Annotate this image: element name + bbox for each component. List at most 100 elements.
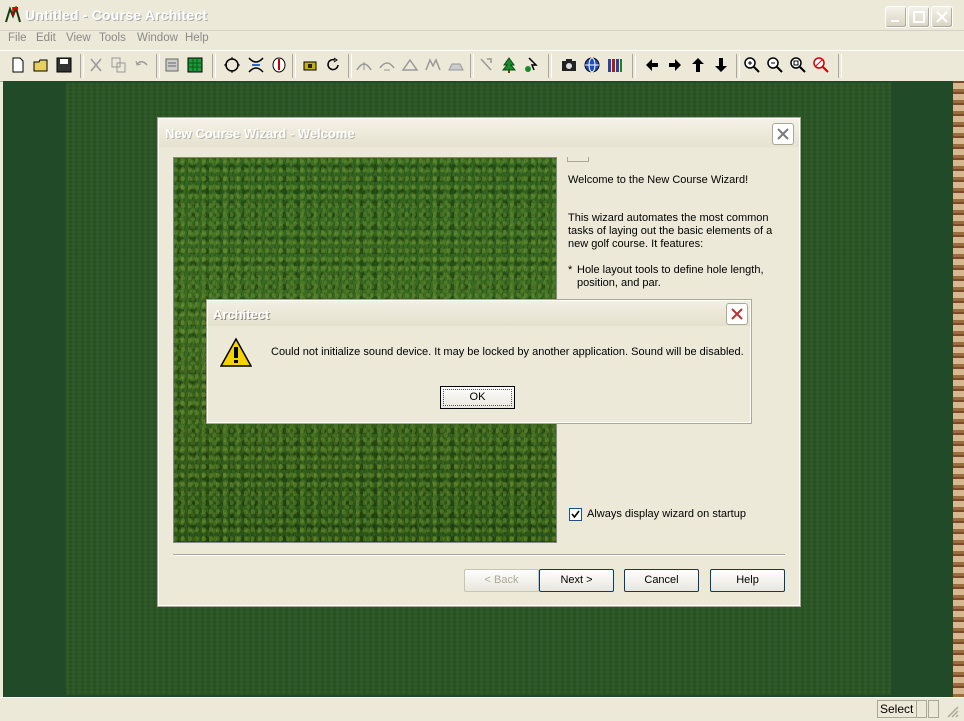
always-display-checkbox[interactable] bbox=[569, 508, 582, 521]
next-button[interactable]: Next > bbox=[539, 569, 614, 592]
alert-message: Could not initialize sound device. It ma… bbox=[271, 346, 744, 358]
warning-icon bbox=[219, 337, 253, 369]
wizard-intro-line-3: new golf course. It features: bbox=[568, 238, 704, 250]
maximize-button[interactable] bbox=[908, 6, 930, 28]
background-desktop-strip bbox=[953, 81, 964, 697]
wizard-scroll-marker bbox=[567, 157, 589, 162]
close-button[interactable] bbox=[931, 6, 953, 28]
menu-edit[interactable]: Edit bbox=[36, 32, 56, 44]
wizard-close-button[interactable] bbox=[772, 123, 794, 145]
save-button[interactable] bbox=[53, 54, 75, 76]
menu-window[interactable]: Window bbox=[137, 32, 178, 44]
minimize-button[interactable] bbox=[885, 6, 907, 28]
new-button[interactable] bbox=[7, 54, 29, 76]
alert-title-bar: Architect bbox=[208, 301, 750, 326]
wizard-heading: Welcome to the New Course Wizard! bbox=[568, 174, 749, 186]
terrain-smooth-icon bbox=[401, 58, 419, 71]
library-button[interactable] bbox=[604, 54, 626, 76]
arrow-down-icon bbox=[715, 58, 727, 72]
alert-close-button[interactable] bbox=[726, 303, 748, 325]
terrain-raise-button[interactable] bbox=[353, 54, 375, 76]
copy-icon bbox=[111, 57, 126, 73]
alert-title: Architect bbox=[213, 307, 270, 322]
ok-button[interactable]: OK bbox=[440, 386, 515, 409]
back-button[interactable]: < Back bbox=[464, 569, 539, 592]
cursor-tool-button[interactable] bbox=[475, 54, 497, 76]
close-icon bbox=[731, 308, 743, 320]
tree-button[interactable] bbox=[498, 54, 520, 76]
architect-alert-dialog: Architect Could not initialize sound dev… bbox=[207, 300, 751, 423]
open-icon bbox=[33, 59, 48, 72]
terrain-flatten-button[interactable] bbox=[445, 54, 467, 76]
grid-button[interactable] bbox=[184, 54, 206, 76]
wizard-intro-line-1: This wizard automates the most common bbox=[568, 212, 769, 224]
circle-tool-button[interactable] bbox=[221, 54, 243, 76]
properties-button[interactable] bbox=[161, 54, 183, 76]
zoom-reset-button[interactable] bbox=[810, 54, 832, 76]
camera-button[interactable] bbox=[558, 54, 580, 76]
cut-button[interactable] bbox=[85, 54, 107, 76]
circle-tool-icon bbox=[224, 57, 240, 73]
status-pane bbox=[928, 700, 939, 718]
main-title-bar: Untitled - Course Architect bbox=[0, 0, 964, 31]
menu-bar: File Edit View Tools Window Help bbox=[0, 30, 964, 48]
wizard-title-bar: New Course Wizard - Welcome bbox=[159, 119, 799, 147]
library-icon bbox=[608, 59, 622, 72]
wizard-intro-line-2: tasks of laying out the basic elements o… bbox=[568, 225, 773, 237]
terrain-lower-button[interactable] bbox=[376, 54, 398, 76]
camera-icon bbox=[562, 59, 576, 71]
terrain-smooth-button[interactable] bbox=[399, 54, 421, 76]
cancel-button[interactable]: Cancel bbox=[624, 569, 699, 592]
undo-icon bbox=[135, 60, 148, 66]
undo-button[interactable] bbox=[131, 54, 153, 76]
always-display-label[interactable]: Always display wizard on startup bbox=[587, 508, 746, 521]
help-button[interactable]: Help bbox=[710, 569, 785, 592]
resize-grip-icon[interactable] bbox=[945, 704, 959, 718]
copy-button[interactable] bbox=[108, 54, 130, 76]
terrain-ridge-icon bbox=[425, 58, 441, 71]
hole-flag-button[interactable] bbox=[268, 54, 290, 76]
bridge-tool-button[interactable] bbox=[245, 54, 267, 76]
plant-tool-button[interactable] bbox=[521, 54, 543, 76]
terrain-lower-icon bbox=[379, 62, 395, 71]
menu-tools[interactable]: Tools bbox=[99, 32, 126, 44]
zoom-fit-button[interactable] bbox=[787, 54, 809, 76]
status-bar bbox=[0, 697, 964, 721]
globe-button[interactable] bbox=[581, 54, 603, 76]
zoom-reset-icon bbox=[813, 57, 829, 73]
hole-flag-icon bbox=[272, 57, 286, 73]
bullet-marker: * bbox=[568, 264, 573, 276]
toolbar bbox=[0, 50, 964, 82]
tee-button[interactable] bbox=[299, 54, 321, 76]
status-pane bbox=[916, 700, 927, 718]
properties-icon bbox=[165, 58, 179, 72]
tee-icon bbox=[303, 61, 317, 71]
minimize-icon bbox=[891, 20, 899, 22]
arrow-right-button[interactable] bbox=[664, 54, 686, 76]
menu-file[interactable]: File bbox=[8, 32, 27, 44]
arrow-left-button[interactable] bbox=[641, 54, 663, 76]
wizard-title: New Course Wizard - Welcome bbox=[165, 126, 355, 141]
zoom-in-button[interactable] bbox=[741, 54, 763, 76]
app-logo-icon bbox=[4, 4, 22, 24]
menu-help[interactable]: Help bbox=[185, 32, 209, 44]
arrow-up-icon bbox=[692, 58, 704, 72]
close-icon bbox=[777, 128, 789, 140]
globe-icon bbox=[584, 57, 600, 73]
arrow-down-button[interactable] bbox=[710, 54, 732, 76]
menu-view[interactable]: View bbox=[66, 32, 91, 44]
arrow-up-button[interactable] bbox=[687, 54, 709, 76]
terrain-ridge-button[interactable] bbox=[422, 54, 444, 76]
zoom-in-icon bbox=[744, 57, 760, 73]
grid-icon bbox=[187, 57, 203, 73]
new-icon bbox=[12, 57, 24, 73]
wizard-bullet-1-line-1: Hole layout tools to define hole length, bbox=[577, 264, 764, 276]
tree-icon bbox=[501, 57, 517, 73]
open-button[interactable] bbox=[30, 54, 52, 76]
terrain-flatten-icon bbox=[448, 63, 464, 71]
zoom-out-button[interactable] bbox=[764, 54, 786, 76]
rotate-button[interactable] bbox=[322, 54, 344, 76]
arrow-left-icon bbox=[646, 59, 658, 71]
window-title: Untitled - Course Architect bbox=[25, 7, 208, 23]
close-icon bbox=[936, 11, 948, 23]
